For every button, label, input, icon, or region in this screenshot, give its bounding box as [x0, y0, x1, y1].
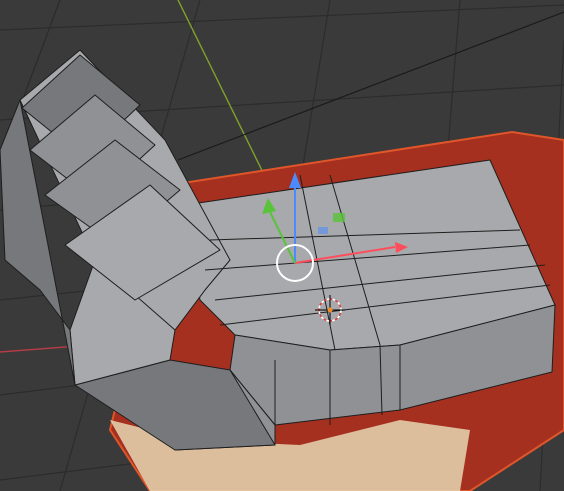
object-origin-icon: [327, 307, 333, 313]
viewport-canvas[interactable]: [0, 0, 564, 491]
mesh-object[interactable]: [0, 49, 556, 451]
gizmo-plane-xy[interactable]: [333, 213, 345, 222]
gizmo-plane-xz[interactable]: [318, 227, 328, 234]
3d-viewport[interactable]: [0, 0, 564, 491]
